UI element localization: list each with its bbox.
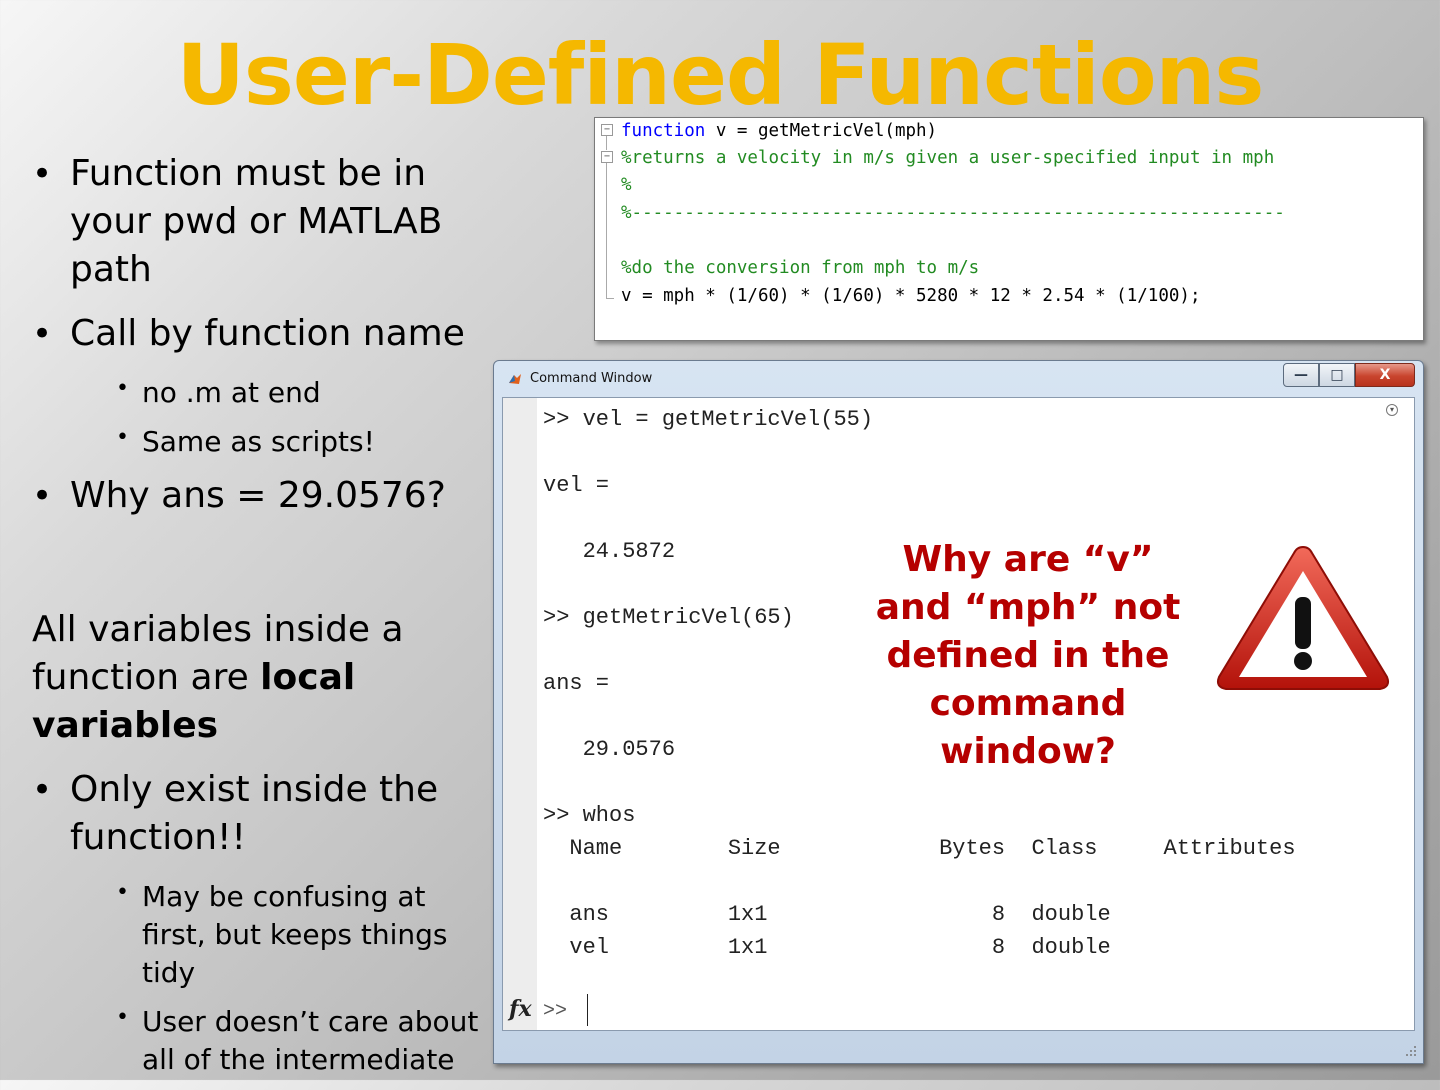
sub-bullet-item: • no .m at end bbox=[32, 374, 492, 412]
command-line: >> getMetricVel(65) bbox=[543, 605, 794, 630]
command-line: >> vel = getMetricVel(55) bbox=[543, 407, 874, 432]
bullet-item: • Only exist inside the function!! bbox=[32, 766, 492, 862]
bullet-text: Function must be in your pwd or MATLAB p… bbox=[70, 153, 443, 290]
bullet-item: • Call by function name bbox=[32, 310, 492, 358]
command-line: >> whos bbox=[543, 803, 636, 828]
bullet-item: • Why ans = 29.0576? bbox=[32, 472, 492, 520]
bullet-glyph: • bbox=[32, 476, 53, 516]
bullet-glyph: • bbox=[32, 314, 53, 354]
local-variables-paragraph: All variables inside a function are loca… bbox=[32, 606, 492, 750]
sub-bullet-item: • May be confusing at first, but keeps t… bbox=[32, 878, 492, 992]
sub-bullet-item: • User doesn’t care about all of the int… bbox=[32, 1003, 492, 1079]
bullet-item: • Function must be in your pwd or MATLAB… bbox=[32, 150, 492, 294]
resize-grip-icon[interactable] bbox=[1405, 1045, 1417, 1057]
command-line: ans = bbox=[543, 671, 610, 696]
bullet-list: • Function must be in your pwd or MATLAB… bbox=[32, 150, 492, 1090]
code-line[interactable]: v = mph * (1/60) * (1/60) * 5280 * 12 * … bbox=[621, 285, 1200, 307]
sub-bullet-glyph: • bbox=[116, 376, 129, 401]
text-cursor bbox=[587, 994, 588, 1026]
bullet-glyph: • bbox=[32, 770, 53, 810]
code-comment-line[interactable]: %do the conversion from mph to m/s bbox=[621, 257, 979, 279]
command-line: 24.5872 bbox=[543, 539, 676, 564]
bullet-glyph: • bbox=[32, 154, 53, 194]
sub-bullet-item: • Same as scripts! bbox=[32, 423, 492, 461]
chevron-down-icon[interactable]: ▾ bbox=[1386, 404, 1398, 416]
slide-title: User-Defined Functions bbox=[176, 26, 1265, 124]
sub-bullet-text: May be confusing at first, but keeps thi… bbox=[142, 880, 448, 989]
command-line: vel = bbox=[543, 473, 610, 498]
callout-question: Why are “v” and “mph” not defined in the… bbox=[875, 539, 1181, 772]
bullet-text: Call by function name bbox=[70, 313, 465, 354]
matlab-logo-icon bbox=[509, 374, 521, 384]
command-gutter bbox=[503, 398, 537, 1030]
sub-bullet-text: User doesn’t care about all of the inter… bbox=[142, 1005, 479, 1076]
maximize-button[interactable]: □ bbox=[1319, 363, 1355, 387]
fold-line bbox=[606, 136, 607, 150]
code-comment-line[interactable]: %returns a velocity in m/s given a user-… bbox=[621, 147, 1274, 169]
window-title: Command Window bbox=[530, 371, 653, 386]
warning-triangle-icon bbox=[1216, 545, 1390, 690]
sub-bullet-glyph: • bbox=[116, 425, 129, 450]
window-controls: — □ X bbox=[1283, 363, 1415, 387]
bullet-text: Why ans = 29.0576? bbox=[70, 475, 446, 516]
code-comment-line[interactable]: % bbox=[621, 174, 632, 196]
fold-line bbox=[606, 298, 614, 299]
bullet-text: Only exist inside the function!! bbox=[70, 769, 439, 858]
code-line[interactable]: function v = getMetricVel(mph) bbox=[621, 120, 937, 142]
status-bar bbox=[494, 1031, 1423, 1063]
fold-toggle-icon[interactable]: − bbox=[601, 124, 613, 136]
code-editor[interactable]: − − function v = getMetricVel(mph) %retu… bbox=[594, 117, 1424, 341]
command-line: 29.0576 bbox=[543, 737, 676, 762]
command-line: ans 1x1 8 double bbox=[543, 902, 1111, 927]
sub-bullet-text: Same as scripts! bbox=[142, 425, 375, 458]
sub-bullet-glyph: • bbox=[116, 880, 129, 905]
fold-line bbox=[606, 163, 607, 298]
code-comment-line[interactable]: %---------------------------------------… bbox=[621, 202, 1285, 224]
code-text: v = getMetricVel(mph) bbox=[705, 121, 938, 141]
keyword: function bbox=[621, 121, 706, 141]
sub-bullet-glyph: • bbox=[116, 1005, 129, 1030]
command-line: Name Size Bytes Class Attributes bbox=[543, 836, 1296, 861]
command-line: vel 1x1 8 double bbox=[543, 935, 1111, 960]
minimize-button[interactable]: — bbox=[1283, 363, 1319, 387]
command-prompt[interactable]: >> bbox=[543, 998, 567, 1026]
sub-bullet-text: no .m at end bbox=[142, 376, 321, 409]
window-titlebar[interactable]: Command Window — □ X bbox=[494, 361, 1423, 397]
fold-toggle-icon[interactable]: − bbox=[601, 151, 613, 163]
close-button[interactable]: X bbox=[1355, 363, 1415, 387]
function-browser-icon[interactable]: fx bbox=[509, 996, 532, 1022]
